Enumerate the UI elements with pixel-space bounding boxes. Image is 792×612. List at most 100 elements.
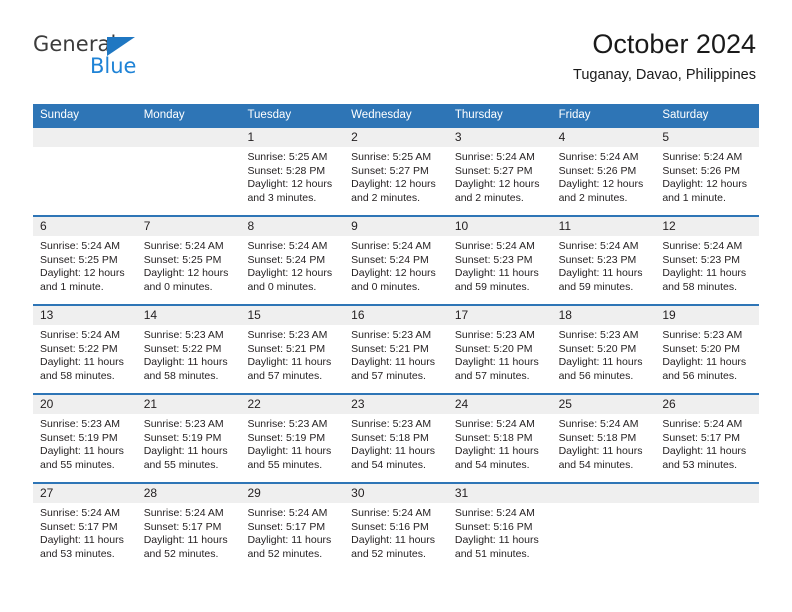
daylight-text-line2: and 53 minutes. xyxy=(662,458,738,471)
week-row: 13 Sunrise: 5:24 AM Sunset: 5:22 PM Dayl… xyxy=(33,304,760,393)
sunset-text: Sunset: 5:21 PM xyxy=(247,342,326,355)
daylight-text-line2: and 2 minutes. xyxy=(351,191,421,204)
daylight-text-line1: Daylight: 11 hours xyxy=(558,445,643,458)
day-cell[interactable]: 23 Sunrise: 5:23 AM Sunset: 5:18 PM Dayl… xyxy=(344,395,448,482)
daylight-text-line1: Daylight: 11 hours xyxy=(454,534,539,547)
day-cell[interactable]: 2 Sunrise: 5:25 AM Sunset: 5:27 PM Dayli… xyxy=(344,128,448,215)
day-cell[interactable]: 13 Sunrise: 5:24 AM Sunset: 5:22 PM Dayl… xyxy=(33,306,137,393)
day-number: 27 xyxy=(33,484,137,503)
day-cell[interactable]: 16 Sunrise: 5:23 AM Sunset: 5:21 PM Dayl… xyxy=(344,306,448,393)
daylight-text-line2: and 2 minutes. xyxy=(558,191,628,204)
day-cell[interactable]: 19 Sunrise: 5:23 AM Sunset: 5:20 PM Dayl… xyxy=(655,306,760,393)
daylight-text-line1: Daylight: 12 hours xyxy=(351,178,436,191)
logo-text-blue: Blue xyxy=(90,54,137,78)
day-number: 1 xyxy=(240,128,345,147)
day-cell[interactable]: 30 Sunrise: 5:24 AM Sunset: 5:16 PM Dayl… xyxy=(344,484,448,571)
day-cell[interactable]: 27 Sunrise: 5:24 AM Sunset: 5:17 PM Dayl… xyxy=(33,484,137,571)
day-cell[interactable]: 31 Sunrise: 5:24 AM Sunset: 5:16 PM Dayl… xyxy=(447,484,552,571)
sunrise-text: Sunrise: 5:23 AM xyxy=(143,329,224,341)
day-cell[interactable]: 22 Sunrise: 5:23 AM Sunset: 5:19 PM Dayl… xyxy=(240,395,345,482)
sunset-text: Sunset: 5:19 PM xyxy=(247,431,326,444)
sunrise-text: Sunrise: 5:24 AM xyxy=(40,240,120,252)
day-cell[interactable]: 26 Sunrise: 5:24 AM Sunset: 5:17 PM Dayl… xyxy=(655,395,760,482)
sunrise-text: Sunrise: 5:23 AM xyxy=(351,418,432,430)
sunrise-text: Sunrise: 5:24 AM xyxy=(454,151,535,163)
daylight-text-line1: Daylight: 11 hours xyxy=(558,267,643,280)
daylight-text-line2: and 57 minutes. xyxy=(351,369,426,382)
day-cell[interactable]: 5 Sunrise: 5:24 AM Sunset: 5:26 PM Dayli… xyxy=(655,128,760,215)
day-details: Sunrise: 5:24 AM Sunset: 5:24 PM Dayligh… xyxy=(344,236,448,294)
day-cell[interactable]: 10 Sunrise: 5:24 AM Sunset: 5:23 PM Dayl… xyxy=(447,217,552,304)
day-details: Sunrise: 5:24 AM Sunset: 5:18 PM Dayligh… xyxy=(552,414,656,472)
sunset-text: Sunset: 5:24 PM xyxy=(247,253,326,266)
day-number: 16 xyxy=(344,306,448,325)
weekday-header-row: Sunday Monday Tuesday Wednesday Thursday… xyxy=(33,104,759,126)
weekday-header-tuesday: Tuesday xyxy=(247,109,292,121)
day-number: 4 xyxy=(551,128,656,147)
day-cell[interactable] xyxy=(33,128,137,215)
day-cell[interactable]: 25 Sunrise: 5:24 AM Sunset: 5:18 PM Dayl… xyxy=(551,395,656,482)
day-cell[interactable]: 6 Sunrise: 5:24 AM Sunset: 5:25 PM Dayli… xyxy=(33,217,137,304)
sunrise-text: Sunrise: 5:23 AM xyxy=(662,329,743,341)
sunset-text: Sunset: 5:28 PM xyxy=(247,164,326,177)
day-cell[interactable] xyxy=(551,484,656,571)
daylight-text-line2: and 0 minutes. xyxy=(351,280,421,293)
day-cell[interactable]: 8 Sunrise: 5:24 AM Sunset: 5:24 PM Dayli… xyxy=(240,217,345,304)
day-number: 6 xyxy=(33,217,137,236)
day-cell[interactable]: 7 Sunrise: 5:24 AM Sunset: 5:25 PM Dayli… xyxy=(136,217,241,304)
weekday-header-friday: Friday xyxy=(558,109,591,121)
day-cell[interactable] xyxy=(136,128,241,215)
day-cell[interactable]: 11 Sunrise: 5:24 AM Sunset: 5:23 PM Dayl… xyxy=(551,217,656,304)
daylight-text-line2: and 0 minutes. xyxy=(247,280,317,293)
day-details: Sunrise: 5:24 AM Sunset: 5:16 PM Dayligh… xyxy=(344,503,448,561)
sunset-text: Sunset: 5:19 PM xyxy=(143,431,222,444)
daylight-text-line1: Daylight: 11 hours xyxy=(454,445,539,458)
day-cell[interactable]: 20 Sunrise: 5:23 AM Sunset: 5:19 PM Dayl… xyxy=(33,395,137,482)
sunset-text: Sunset: 5:19 PM xyxy=(40,431,118,444)
day-cell[interactable]: 18 Sunrise: 5:23 AM Sunset: 5:20 PM Dayl… xyxy=(551,306,656,393)
day-cell[interactable]: 3 Sunrise: 5:24 AM Sunset: 5:27 PM Dayli… xyxy=(447,128,552,215)
day-details: Sunrise: 5:24 AM Sunset: 5:25 PM Dayligh… xyxy=(137,236,241,294)
day-cell[interactable] xyxy=(655,484,760,571)
sunrise-text: Sunrise: 5:23 AM xyxy=(143,418,224,430)
daylight-text-line2: and 55 minutes. xyxy=(247,458,323,471)
day-details xyxy=(33,147,137,151)
generalblue-logo[interactable]: General Blue xyxy=(33,33,233,83)
day-details: Sunrise: 5:23 AM Sunset: 5:20 PM Dayligh… xyxy=(448,325,552,383)
sunset-text: Sunset: 5:26 PM xyxy=(662,164,740,177)
sunset-text: Sunset: 5:17 PM xyxy=(143,520,222,533)
daylight-text-line1: Daylight: 11 hours xyxy=(558,356,643,369)
day-details: Sunrise: 5:23 AM Sunset: 5:21 PM Dayligh… xyxy=(240,325,344,383)
day-details: Sunrise: 5:23 AM Sunset: 5:19 PM Dayligh… xyxy=(240,414,344,472)
sunset-text: Sunset: 5:27 PM xyxy=(351,164,429,177)
day-details: Sunrise: 5:24 AM Sunset: 5:18 PM Dayligh… xyxy=(448,414,552,472)
sunrise-text: Sunrise: 5:24 AM xyxy=(558,418,639,430)
day-cell[interactable]: 17 Sunrise: 5:23 AM Sunset: 5:20 PM Dayl… xyxy=(447,306,552,393)
day-cell[interactable]: 14 Sunrise: 5:23 AM Sunset: 5:22 PM Dayl… xyxy=(136,306,241,393)
day-cell[interactable]: 28 Sunrise: 5:24 AM Sunset: 5:17 PM Dayl… xyxy=(136,484,241,571)
day-cell[interactable]: 12 Sunrise: 5:24 AM Sunset: 5:23 PM Dayl… xyxy=(655,217,760,304)
day-number: 15 xyxy=(240,306,345,325)
day-details: Sunrise: 5:23 AM Sunset: 5:19 PM Dayligh… xyxy=(137,414,241,472)
day-cell[interactable]: 24 Sunrise: 5:24 AM Sunset: 5:18 PM Dayl… xyxy=(447,395,552,482)
week-row: 6 Sunrise: 5:24 AM Sunset: 5:25 PM Dayli… xyxy=(33,215,760,304)
day-cell[interactable]: 29 Sunrise: 5:24 AM Sunset: 5:17 PM Dayl… xyxy=(240,484,345,571)
day-number: 25 xyxy=(551,395,656,414)
weekday-header-monday: Monday xyxy=(143,109,185,121)
weekday-header-sunday: Sunday xyxy=(40,109,80,121)
day-number: 17 xyxy=(447,306,552,325)
sunset-text: Sunset: 5:17 PM xyxy=(247,520,326,533)
sunset-text: Sunset: 5:20 PM xyxy=(662,342,740,355)
day-number: 22 xyxy=(240,395,345,414)
day-cell[interactable]: 4 Sunrise: 5:24 AM Sunset: 5:26 PM Dayli… xyxy=(551,128,656,215)
page-header: General Blue October 2024 Tuganay, Davao… xyxy=(0,0,792,104)
day-cell[interactable]: 1 Sunrise: 5:25 AM Sunset: 5:28 PM Dayli… xyxy=(240,128,345,215)
day-cell[interactable]: 9 Sunrise: 5:24 AM Sunset: 5:24 PM Dayli… xyxy=(344,217,448,304)
day-cell[interactable]: 21 Sunrise: 5:23 AM Sunset: 5:19 PM Dayl… xyxy=(136,395,241,482)
daylight-text-line1: Daylight: 11 hours xyxy=(247,534,332,547)
day-cell[interactable]: 15 Sunrise: 5:23 AM Sunset: 5:21 PM Dayl… xyxy=(240,306,345,393)
daylight-text-line2: and 51 minutes. xyxy=(454,547,530,560)
daylight-text-line2: and 59 minutes. xyxy=(558,280,634,293)
day-details: Sunrise: 5:24 AM Sunset: 5:26 PM Dayligh… xyxy=(552,147,656,205)
calendar-page: General Blue October 2024 Tuganay, Davao… xyxy=(0,0,792,612)
